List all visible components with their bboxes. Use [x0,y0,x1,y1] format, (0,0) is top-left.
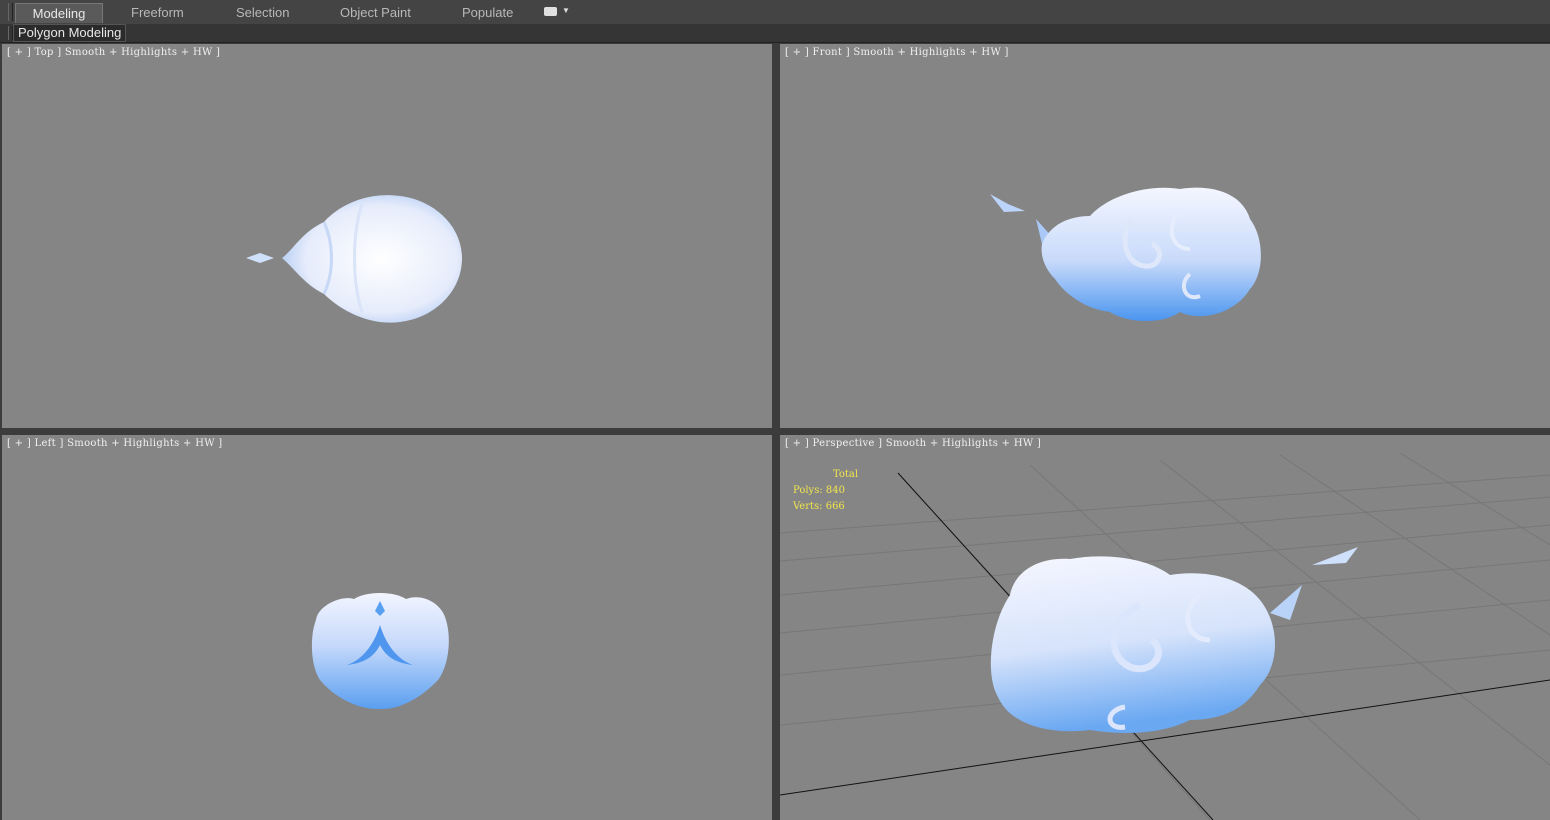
perspective-grid-and-model [780,452,1550,820]
tab-selection[interactable]: Selection [236,3,289,22]
ribbon-grip-handle[interactable] [8,3,13,21]
cloud-model-top-view [246,195,462,323]
cloud-model-front-view [990,187,1261,322]
chevron-down-icon[interactable]: ▼ [562,6,570,15]
cloud-model-left-view [311,593,449,710]
viewport-perspective[interactable]: [ + ] Perspective ] Smooth + Highlights … [780,435,1550,820]
ribbon-panel-bar: Polygon Modeling [0,24,1550,43]
viewport-front[interactable]: [ + ] Front ] Smooth + Highlights + HW ] [780,44,1550,428]
polygon-modeling-panel[interactable]: Polygon Modeling [13,24,127,42]
ribbon-options-icon[interactable] [544,7,557,16]
tab-freeform[interactable]: Freeform [131,3,184,22]
viewport-top[interactable]: [ + ] Top ] Smooth + Highlights + HW ] [2,44,772,428]
tab-modeling[interactable]: Modeling [15,3,103,23]
tab-object-paint[interactable]: Object Paint [340,3,411,22]
ribbon-tab-bar: Modeling Freeform Selection Object Paint… [0,0,1550,25]
tab-populate[interactable]: Populate [462,3,513,22]
viewport-left[interactable]: [ + ] Left ] Smooth + Highlights + HW ] [2,435,772,820]
